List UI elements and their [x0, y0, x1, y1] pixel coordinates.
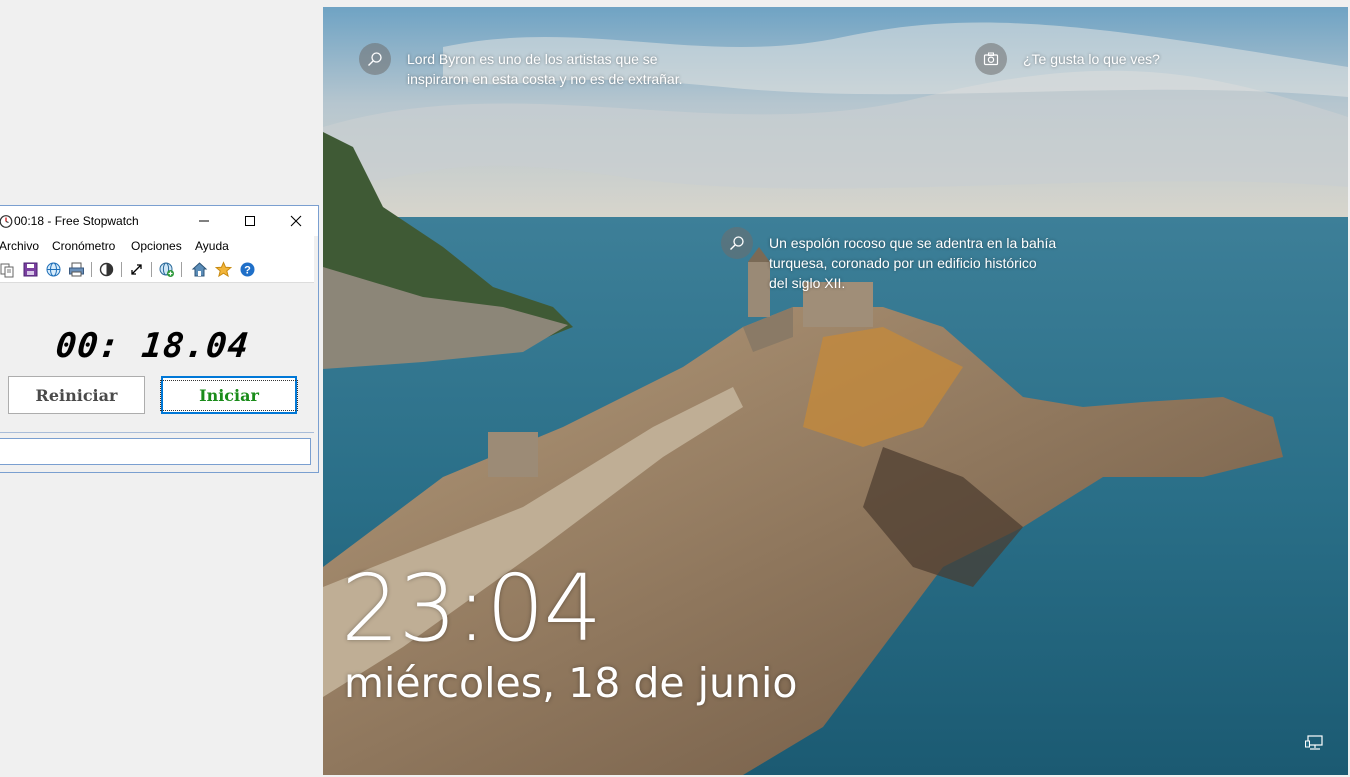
network-icon[interactable]: [1305, 735, 1325, 751]
star-icon[interactable]: [215, 261, 232, 278]
spotlight-search-icon[interactable]: [359, 43, 391, 75]
copy-icon[interactable]: [0, 261, 16, 278]
menu-bar: Archivo Cronómetro Opciones Ayuda: [0, 236, 314, 256]
toolbar-separator: [91, 262, 92, 277]
camera-icon[interactable]: [975, 43, 1007, 75]
divider: [0, 432, 314, 433]
toolbar-separator: [181, 262, 182, 277]
globe-icon[interactable]: [45, 261, 62, 278]
print-icon[interactable]: [68, 261, 85, 278]
maximize-button[interactable]: [227, 206, 273, 236]
note-input[interactable]: [0, 438, 311, 465]
save-icon[interactable]: [22, 261, 39, 278]
contrast-icon[interactable]: [98, 261, 115, 278]
help-icon[interactable]: ?: [239, 261, 256, 278]
maximize-icon: [245, 216, 255, 226]
minimize-icon: [199, 220, 209, 222]
menu-opciones[interactable]: Opciones: [131, 239, 182, 253]
toolbar-separator: [151, 262, 152, 277]
add-web-icon[interactable]: [158, 261, 175, 278]
close-button[interactable]: [273, 206, 319, 236]
reset-button[interactable]: Reiniciar: [8, 376, 145, 414]
lockscreen-clock: 23:04: [341, 555, 602, 662]
menu-archivo[interactable]: Archivo: [0, 239, 39, 253]
menu-cronometro[interactable]: Cronómetro: [52, 239, 115, 253]
lock-screen[interactable]: Lord Byron es uno de los artistas que se…: [323, 7, 1348, 775]
lockscreen-date: miércoles, 18 de junio: [344, 659, 798, 707]
spotlight-like-text[interactable]: ¿Te gusta lo que ves?: [1023, 49, 1160, 69]
spotlight-fact-text[interactable]: Lord Byron es uno de los artistas que se…: [407, 49, 697, 89]
start-button-label: Iniciar: [160, 379, 298, 411]
stopwatch-app-icon: [0, 215, 13, 228]
start-button[interactable]: Iniciar: [160, 376, 298, 414]
minimize-button[interactable]: [181, 206, 227, 236]
window-title: 00:18 - Free Stopwatch: [14, 214, 139, 228]
title-bar[interactable]: 00:18 - Free Stopwatch: [0, 206, 318, 236]
toolbar-separator: [121, 262, 122, 277]
fullscreen-icon[interactable]: [128, 261, 145, 278]
elapsed-time-display: 00: 18.04: [53, 326, 252, 366]
spotlight-search-icon[interactable]: [721, 227, 753, 259]
home-icon[interactable]: [191, 261, 208, 278]
menu-ayuda[interactable]: Ayuda: [195, 239, 229, 253]
toolbar: ?: [0, 256, 314, 283]
spotlight-description-text[interactable]: Un espolón rocoso que se adentra en la b…: [769, 233, 1059, 293]
reset-button-label: Reiniciar: [35, 385, 118, 405]
svg-text:?: ?: [244, 265, 251, 277]
stopwatch-window: 00:18 - Free Stopwatch Archivo Cronómetr…: [0, 205, 319, 473]
close-icon: [290, 215, 302, 227]
